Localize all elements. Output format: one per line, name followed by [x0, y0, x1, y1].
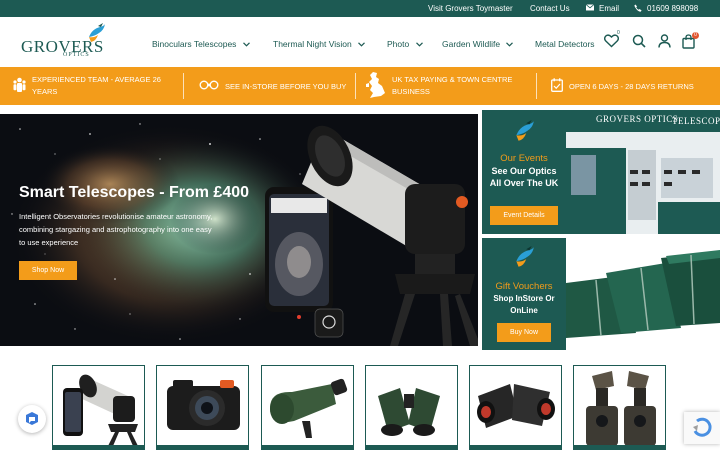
nav-label: Metal Detectors: [535, 39, 595, 49]
product-tile[interactable]: [52, 365, 145, 450]
hero-shop-now-button[interactable]: Shop Now: [19, 261, 77, 280]
kingfisher-logo-icon: [512, 246, 536, 275]
events-promo-panel: Our Events See Our Optics All Over The U…: [482, 110, 566, 234]
contact-us-link[interactable]: Contact Us: [530, 4, 570, 13]
usp-text: EXPERIENCED TEAM - AVERAGE 26 YEARS: [32, 75, 161, 96]
hero-title: Smart Telescopes - From £400: [19, 184, 250, 201]
product-tile[interactable]: [573, 365, 666, 450]
events-body: See Our Optics All Over The UK: [489, 166, 559, 188]
camera-icon: [167, 380, 240, 430]
usp-bar: EXPERIENCED TEAM - AVERAGE 26 YEARS SEE …: [0, 67, 720, 105]
product-tile[interactable]: [365, 365, 458, 450]
kingfisher-logo-icon: [86, 23, 106, 50]
gift-boxes-image: [566, 238, 720, 350]
usp-text: UK TAX PAYING & TOWN CENTRE BUSINESS: [392, 75, 513, 96]
nav-thermal-night-vision[interactable]: Thermal Night Vision: [273, 39, 366, 49]
events-title: Our Events: [500, 153, 548, 164]
product-tile[interactable]: [156, 365, 249, 450]
usp-item: OPEN 6 DAYS - 28 DAYS RETURNS: [551, 67, 716, 105]
team-icon: [13, 77, 26, 95]
hero-banner[interactable]: Smart Telescopes - From £400 Intelligent…: [0, 114, 478, 346]
email-link[interactable]: Email: [599, 4, 619, 13]
usp-item: SEE IN-STORE BEFORE YOU BUY: [199, 67, 359, 105]
wishlist-heart-icon[interactable]: [603, 34, 620, 53]
tile-footer-bar: [470, 445, 561, 449]
nav-garden-wildlife[interactable]: Garden Wildlife: [442, 39, 514, 49]
usp-item: EXPERIENCED TEAM - AVERAGE 26 YEARS: [13, 67, 178, 105]
binoculars-icon: [378, 388, 440, 436]
tile-footer-bar: [157, 445, 248, 449]
email-icon: [585, 4, 595, 13]
nav-metal-detectors[interactable]: Metal Detectors: [535, 39, 595, 49]
chat-icon: [26, 412, 38, 425]
nav-binoculars-telescopes[interactable]: Binoculars Telescopes: [152, 39, 250, 49]
chevron-down-icon: [506, 39, 514, 49]
chevron-down-icon: [415, 39, 423, 49]
recaptcha-badge[interactable]: [684, 412, 720, 444]
vouchers-body: Shop InStore Or OnLine: [493, 294, 555, 315]
nav-label: Thermal Night Vision: [273, 39, 352, 49]
visit-toymaster-link[interactable]: Visit Grovers Toymaster: [428, 4, 513, 13]
hero-subtitle: Intelligent Observatories revolutionise …: [19, 212, 213, 247]
tile-footer-bar: [574, 445, 665, 449]
uk-map-icon: [364, 71, 386, 101]
smart-telescope-icon: [63, 374, 138, 446]
search-icon[interactable]: [632, 34, 646, 53]
stand-banner-text: TELESCOP: [672, 116, 720, 126]
tile-footer-bar: [53, 445, 144, 449]
chevron-down-icon: [242, 39, 250, 49]
event-details-button[interactable]: Event Details: [490, 206, 558, 225]
usp-text: SEE IN-STORE BEFORE YOU BUY: [225, 81, 347, 91]
vouchers-promo-panel: Gift Vouchers Shop InStore Or OnLine Buy…: [482, 238, 566, 350]
chevron-down-icon: [358, 39, 366, 49]
product-tile[interactable]: [261, 365, 354, 450]
thermal-binoculars-icon: [477, 384, 555, 428]
nav-label: Photo: [387, 39, 410, 49]
spotting-scope-icon: [270, 378, 348, 438]
usp-divider: [536, 73, 537, 99]
tile-footer-bar: [262, 445, 353, 449]
recaptcha-icon: [693, 417, 712, 437]
events-stand-image: GROVERS OPTICS TELESCOP: [566, 110, 720, 234]
nav-photo[interactable]: Photo: [387, 39, 423, 49]
usp-item: UK TAX PAYING & TOWN CENTRE BUSINESS: [364, 67, 529, 105]
wishlist-count: 0: [617, 30, 620, 36]
cart-count: 0: [692, 32, 699, 39]
main-header: GROVERS OPTICS Binoculars Telescopes The…: [0, 17, 720, 67]
binoculars-icon: [199, 80, 219, 92]
logo-subtitle: OPTICS: [63, 52, 90, 58]
kingfisher-logo-icon: [512, 120, 536, 149]
usp-divider: [183, 73, 184, 99]
account-user-icon[interactable]: [658, 34, 671, 53]
chat-widget-button[interactable]: [18, 405, 46, 433]
calendar-icon: [551, 78, 563, 94]
product-tile[interactable]: [469, 365, 562, 450]
buy-vouchers-button[interactable]: Buy Now: [497, 323, 551, 342]
phone-icon: [634, 4, 642, 14]
usp-divider: [355, 73, 356, 99]
stand-banner-text: GROVERS OPTICS: [596, 114, 679, 124]
nav-label: Garden Wildlife: [442, 39, 501, 49]
vouchers-title: Gift Vouchers: [495, 281, 553, 292]
trail-camera-icon: [586, 371, 656, 446]
phone-number-link[interactable]: 01609 898098: [647, 4, 698, 13]
nav-label: Binoculars Telescopes: [152, 39, 237, 49]
usp-text: OPEN 6 DAYS - 28 DAYS RETURNS: [569, 81, 694, 91]
top-bar: Visit Grovers Toymaster Contact Us Email…: [0, 0, 720, 17]
tile-footer-bar: [366, 445, 457, 449]
